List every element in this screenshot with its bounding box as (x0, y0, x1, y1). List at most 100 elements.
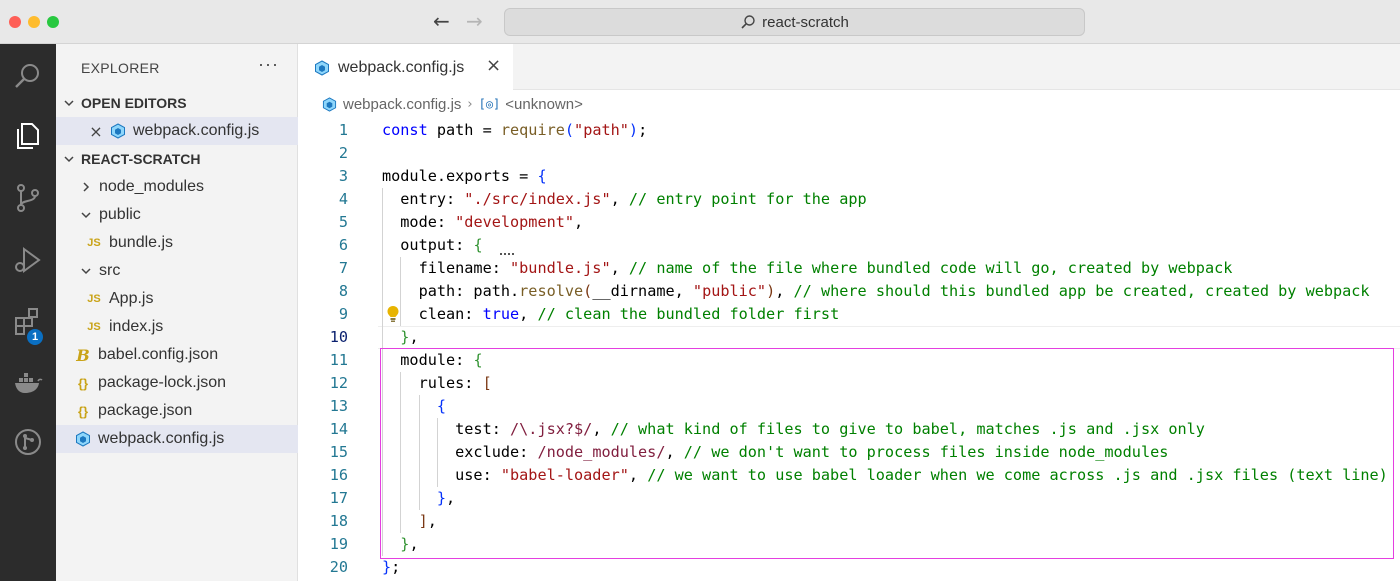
code-editor[interactable]: 1 const path = require("path"); 2 3 module.e… (298, 116, 1400, 581)
search-view-button[interactable] (0, 48, 56, 104)
tree-item-label: App.js (109, 290, 154, 307)
chevron-right-icon: › (467, 96, 473, 112)
tree-file-index-js[interactable]: JS index.js (56, 313, 298, 341)
code-line[interactable]: 7 filename: "bundle.js", // name of the … (298, 257, 1400, 280)
code-line[interactable]: 2 (298, 142, 1400, 165)
indent-guide (382, 188, 383, 211)
command-center-search[interactable]: react-scratch (504, 8, 1085, 36)
line-number: 11 (329, 351, 348, 369)
tree-item-label: webpack.config.js (98, 430, 225, 447)
chevron-down-icon (61, 151, 77, 167)
source-control-icon (17, 184, 39, 212)
breadcrumb-symbol[interactable]: <unknown> (505, 96, 583, 113)
line-number: 4 (338, 190, 348, 208)
breadcrumb: webpack.config.js › [◎] <unknown> (322, 94, 583, 114)
lightbulb-icon[interactable] (386, 305, 400, 323)
title-bar: ← → react-scratch (0, 0, 1400, 44)
explorer-more-actions-button[interactable]: ··· (258, 54, 279, 75)
json-file-icon: {} (77, 375, 89, 391)
indent-guide (400, 303, 402, 326)
code-line[interactable]: 6 output: { (298, 234, 1400, 257)
code-line[interactable]: 1 const path = require("path"); (298, 119, 1400, 142)
extensions-badge: 1 (26, 328, 44, 346)
tree-file-package-lock[interactable]: {} package-lock.json (56, 369, 298, 397)
project-section[interactable]: REACT-SCRATCH (56, 145, 298, 173)
tree-file-babel-config[interactable]: B babel.config.json (56, 341, 298, 369)
forward-arrow-icon[interactable]: → (466, 10, 483, 32)
webpack-file-icon (315, 59, 329, 76)
code-text: entry: "./src/index.js", // entry point … (382, 190, 867, 208)
tree-file-bundle-js[interactable]: JS bundle.js (56, 229, 298, 257)
editor-area: webpack.config.js × webpack.config.js › … (298, 44, 1400, 581)
close-window-button[interactable] (9, 16, 21, 28)
tree-folder-node-modules[interactable]: node_modules (56, 173, 298, 201)
line-number: 17 (329, 489, 348, 507)
tree-item-label: index.js (109, 318, 164, 335)
line-number: 15 (329, 443, 348, 461)
code-line[interactable]: 3 module.exports = { (298, 165, 1400, 188)
tree-item-label: src (99, 262, 121, 279)
line-number: 13 (329, 397, 348, 415)
back-arrow-icon[interactable]: ← (433, 10, 450, 32)
close-tab-icon[interactable]: × (486, 55, 501, 76)
extensions-view-button[interactable]: 1 (0, 294, 56, 350)
line-number: 14 (329, 420, 348, 438)
close-editor-icon[interactable]: × (88, 122, 104, 141)
symbol-variable-icon: [◎] (478, 97, 501, 111)
open-editors-section[interactable]: OPEN EDITORS (56, 89, 298, 117)
line-number: 18 (329, 512, 348, 530)
code-line[interactable]: 5 mode: "development", (298, 211, 1400, 234)
tree-file-package-json[interactable]: {} package.json (56, 397, 298, 425)
code-text: const path = require("path"); (382, 121, 648, 139)
run-debug-icon (15, 247, 41, 273)
chevron-down-icon (78, 263, 94, 279)
breadcrumb-file[interactable]: webpack.config.js (343, 96, 461, 113)
indent-guide (382, 234, 383, 257)
run-debug-view-button[interactable] (0, 232, 56, 288)
webpack-file-icon (322, 96, 337, 112)
code-line[interactable]: 4 entry: "./src/index.js", // entry poin… (298, 188, 1400, 211)
indent-guide (382, 211, 383, 234)
line-number: 1 (338, 121, 348, 139)
code-text: }, (400, 328, 419, 346)
docker-view-button[interactable] (0, 354, 56, 410)
line-number: 7 (338, 259, 348, 277)
files-icon (17, 123, 39, 149)
code-line[interactable]: 9 clean: true, // clean the bundled fold… (298, 303, 1400, 326)
open-editor-filename: webpack.config.js (133, 122, 260, 139)
chevron-right-icon (78, 179, 94, 195)
git-graph-icon (15, 429, 41, 455)
indent-guide (382, 303, 383, 326)
tree-file-webpack-config[interactable]: webpack.config.js (56, 425, 298, 453)
tree-folder-src[interactable]: src (56, 257, 298, 285)
line-number: 5 (338, 213, 348, 231)
tree-item-label: package.json (98, 402, 193, 419)
tree-item-label: node_modules (99, 178, 204, 195)
js-file-icon: JS (87, 293, 101, 305)
git-graph-view-button[interactable] (0, 414, 56, 470)
open-editor-item[interactable]: × webpack.config.js (56, 117, 298, 145)
annotation-highlight-box (380, 348, 1394, 559)
line-number: 19 (329, 535, 348, 553)
tree-folder-public[interactable]: public (56, 201, 298, 229)
indent-guide (382, 326, 383, 349)
code-line[interactable]: 10 }, (298, 326, 1400, 349)
code-line[interactable]: 8 path: path.resolve(__dirname, "public"… (298, 280, 1400, 303)
js-file-icon: JS (87, 321, 101, 333)
code-line[interactable]: 20}; (298, 556, 1400, 579)
zoom-window-button[interactable] (47, 16, 59, 28)
open-editors-label: OPEN EDITORS (81, 95, 187, 111)
explorer-view-button[interactable] (0, 108, 56, 164)
code-text: output: { (382, 236, 483, 254)
line-number: 16 (329, 466, 348, 484)
json-file-icon: {} (77, 403, 89, 419)
tab-webpack-config[interactable]: webpack.config.js × (298, 44, 513, 91)
tree-item-label: public (99, 206, 141, 223)
code-text: module.exports = { (382, 167, 547, 185)
minimize-window-button[interactable] (28, 16, 40, 28)
webpack-file-icon (75, 431, 91, 447)
tree-item-label: package-lock.json (98, 374, 227, 391)
source-control-view-button[interactable] (0, 170, 56, 226)
code-text: }; (382, 558, 401, 576)
tree-file-app-js[interactable]: JS App.js (56, 285, 298, 313)
